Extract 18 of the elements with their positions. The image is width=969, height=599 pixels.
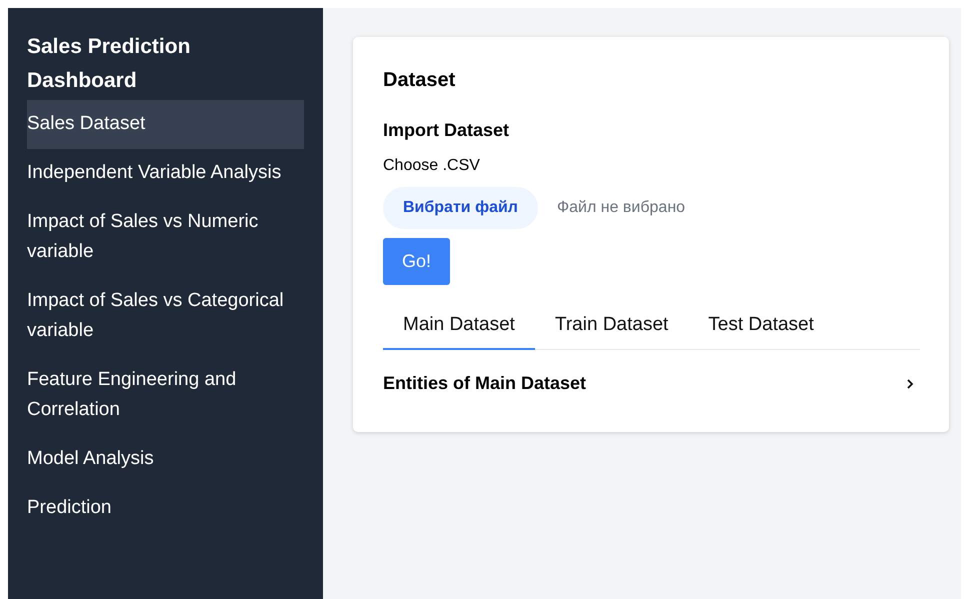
sidebar-item[interactable]: Model Analysis [27,435,304,484]
section-heading: Import Dataset [383,120,510,141]
choose-file-button[interactable]: Вибрати файл [383,187,538,229]
tab[interactable]: Train Dataset [534,306,688,350]
field-label: Choose .CSV [383,157,480,175]
expander-header[interactable]: Entities of Main Dataset [383,373,586,394]
sidebar-item[interactable]: Impact of Sales vs Categorical variable [27,277,304,356]
sidebar-item[interactable]: Independent Variable Analysis [27,149,304,198]
sidebar-item[interactable]: Impact of Sales vs Numeric variable [27,198,304,277]
go-button[interactable]: Go! [383,238,450,285]
card-title: Dataset [383,69,456,92]
tab[interactable]: Main Dataset [383,306,535,350]
tab[interactable]: Test Dataset [688,306,834,350]
sidebar-item[interactable]: Prediction [27,484,304,533]
sidebar-item[interactable]: Feature Engineering and Correlation [27,356,304,435]
sidebar-item[interactable]: Sales Dataset [27,100,304,149]
sidebar-title: Sales Prediction Dashboard [27,34,192,94]
file-status: Файл не вибрано [556,199,686,217]
